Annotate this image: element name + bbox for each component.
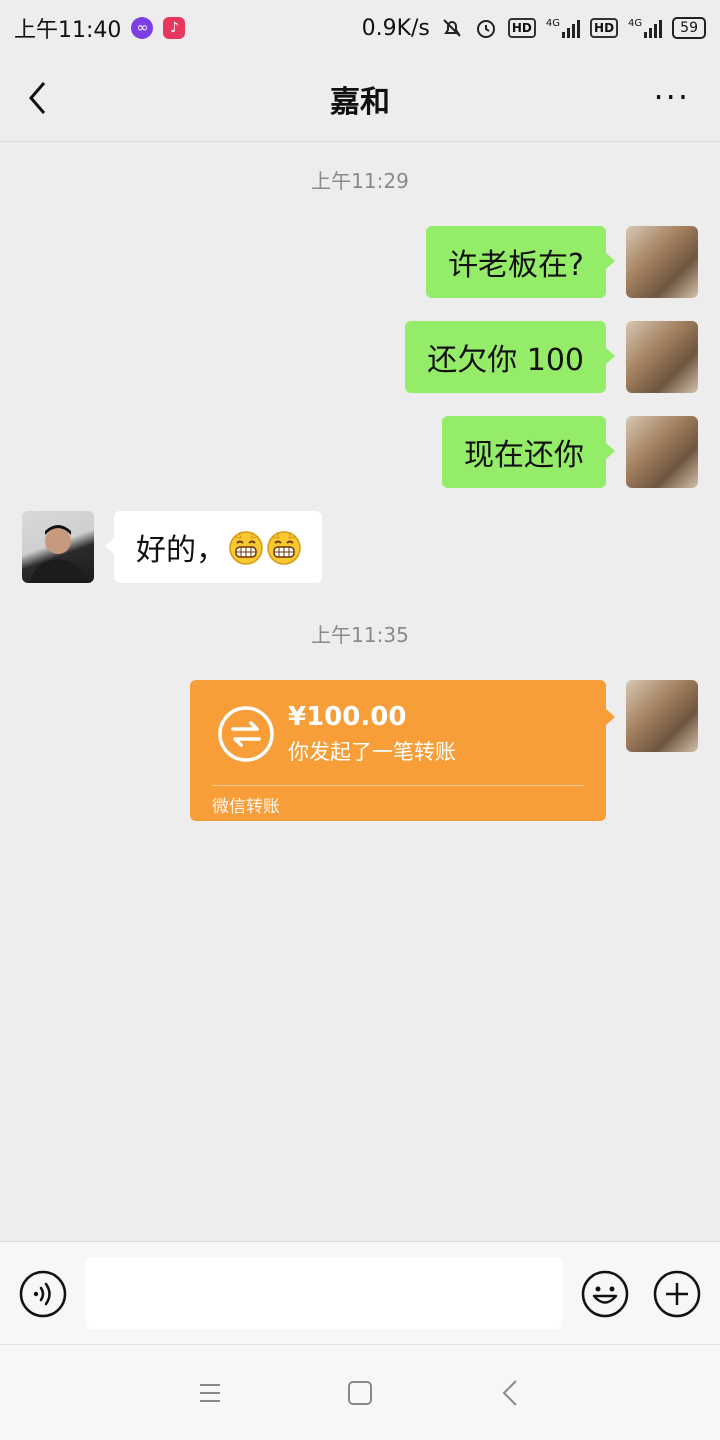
home-icon[interactable] xyxy=(342,1375,378,1411)
message-text: 现在还你 xyxy=(464,438,584,473)
input-bar xyxy=(0,1241,720,1344)
mute-icon xyxy=(443,19,461,37)
message-bubble-sent[interactable]: 现在还你 xyxy=(442,416,615,488)
my-avatar[interactable] xyxy=(626,321,698,393)
chat-title: 嘉和 xyxy=(330,84,390,120)
tiktok-app-icon: ♪ xyxy=(163,17,186,39)
my-avatar[interactable] xyxy=(626,416,698,488)
link-app-icon: ∞ xyxy=(131,17,154,39)
voice-icon[interactable] xyxy=(18,1269,68,1319)
signal-icon-2 xyxy=(644,18,663,38)
transfer-footer: 微信转账 xyxy=(212,797,280,817)
contact-avatar[interactable] xyxy=(22,511,94,583)
back-button[interactable] xyxy=(18,78,58,118)
transfer-icon xyxy=(218,706,274,762)
message-bubble-received[interactable]: 好的， xyxy=(105,511,322,583)
smile-icon[interactable] xyxy=(580,1269,630,1319)
grinning-face-icon xyxy=(267,531,301,565)
system-nav-bar xyxy=(0,1344,720,1440)
my-avatar[interactable] xyxy=(626,680,698,752)
grinning-face-icon xyxy=(229,531,263,565)
back-nav-icon[interactable] xyxy=(494,1375,530,1411)
plus-icon[interactable] xyxy=(652,1269,702,1319)
my-avatar[interactable] xyxy=(626,226,698,298)
chat-header: 嘉和 ··· xyxy=(0,56,720,142)
network-speed: 0.9K/s xyxy=(361,15,430,41)
timestamp: 上午11:29 xyxy=(311,169,409,193)
status-bar: 上午11:40 ∞ ♪ 0.9K/s HD 4G HD 4G 59 xyxy=(0,0,720,56)
transfer-amount: ¥100.00 xyxy=(288,702,407,732)
signal-icon xyxy=(562,18,581,38)
status-time: 上午11:40 xyxy=(14,18,122,43)
message-text: 还欠你 100 xyxy=(427,343,584,378)
transfer-divider xyxy=(212,785,584,786)
message-input[interactable] xyxy=(86,1257,562,1329)
transfer-card[interactable]: ¥100.00 你发起了一笔转账 微信转账 xyxy=(190,680,615,821)
menu-icon[interactable] xyxy=(192,1375,228,1411)
sim2-network: 4G xyxy=(628,18,663,38)
more-button[interactable]: ··· xyxy=(653,81,690,113)
message-text: 好的， xyxy=(136,533,226,568)
battery-icon: 59 xyxy=(672,17,706,39)
sim1-network: 4G xyxy=(546,18,581,38)
message-bubble-sent[interactable]: 还欠你 100 xyxy=(405,321,615,393)
timestamp: 上午11:35 xyxy=(311,623,409,647)
chevron-left-icon xyxy=(29,82,46,114)
hd-badge-2: HD xyxy=(590,18,619,38)
alarm-icon xyxy=(476,20,495,38)
message-bubble-sent[interactable]: 许老板在? xyxy=(426,226,615,298)
hd-badge: HD xyxy=(507,18,536,38)
message-text: 许老板在? xyxy=(448,248,584,283)
transfer-note: 你发起了一笔转账 xyxy=(288,740,456,764)
